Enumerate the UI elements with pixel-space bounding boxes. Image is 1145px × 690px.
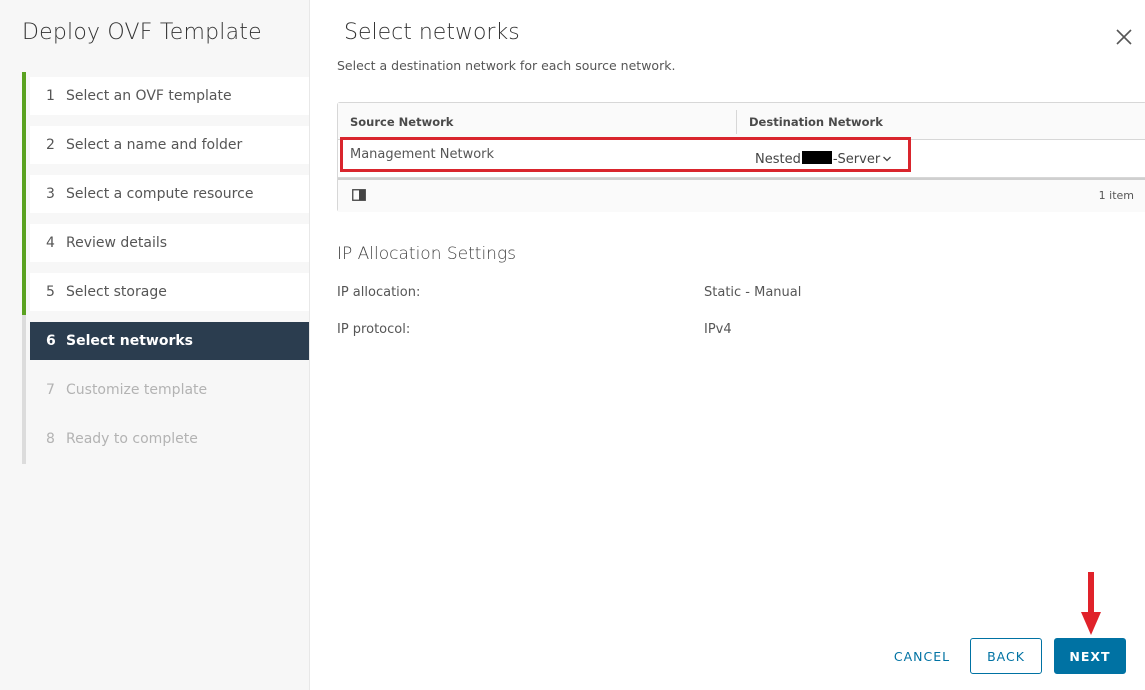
close-icon[interactable] — [1111, 24, 1137, 50]
step-label: Select an OVF template — [66, 88, 232, 104]
table-row: Management Network Nested -Server — [338, 140, 1145, 176]
step-label: Ready to complete — [66, 431, 198, 447]
page-subtitle: Select a destination network for each so… — [337, 58, 676, 73]
step-ready-to-complete: 8 Ready to complete — [30, 420, 309, 458]
column-resize-handle[interactable] — [736, 110, 737, 134]
wizard-sidebar: Deploy OVF Template 1 Select an OVF temp… — [0, 0, 310, 690]
ip-allocation-label: IP allocation: — [337, 285, 421, 300]
destination-suffix: -Server — [832, 152, 881, 167]
step-number: 7 — [46, 382, 55, 398]
step-select-compute-resource[interactable]: 3 Select a compute resource — [30, 175, 309, 213]
column-header-destination-network[interactable]: Destination Network — [749, 115, 883, 129]
chevron-down-icon — [883, 156, 891, 162]
step-number: 3 — [46, 186, 55, 202]
source-network-cell: Management Network — [350, 147, 495, 162]
destination-network-select[interactable]: Nested -Server — [749, 148, 899, 172]
wizard-title: Deploy OVF Template — [22, 20, 262, 45]
step-number: 8 — [46, 431, 55, 447]
destination-network-value: Nested -Server — [755, 151, 880, 167]
destination-prefix: Nested — [755, 152, 801, 167]
step-select-networks[interactable]: 6 Select networks — [30, 322, 309, 360]
ip-allocation-section-title: IP Allocation Settings — [337, 244, 517, 264]
step-select-ovf-template[interactable]: 1 Select an OVF template — [30, 77, 309, 115]
ip-protocol-value: IPv4 — [704, 322, 732, 337]
redaction-block — [801, 151, 832, 164]
annotation-arrow-icon — [1081, 572, 1101, 635]
item-count: 1 item — [1098, 189, 1134, 202]
grid-header: Source Network Destination Network — [338, 103, 1145, 140]
step-review-details[interactable]: 4 Review details — [30, 224, 309, 262]
column-header-source-network[interactable]: Source Network — [350, 115, 453, 129]
cancel-button[interactable]: CANCEL — [881, 638, 963, 674]
wizard-steps: 1 Select an OVF template 2 Select a name… — [22, 72, 310, 464]
step-label: Select networks — [66, 333, 193, 349]
step-rail-progress — [22, 72, 26, 315]
step-number: 6 — [46, 333, 56, 349]
main-panel: Select networks Select a destination net… — [311, 0, 1145, 690]
step-label: Select a name and folder — [66, 137, 243, 153]
ip-protocol-label: IP protocol: — [337, 322, 411, 337]
step-customize-template: 7 Customize template — [30, 371, 309, 409]
step-number: 4 — [46, 235, 55, 251]
step-select-storage[interactable]: 5 Select storage — [30, 273, 309, 311]
page-title: Select networks — [344, 20, 520, 45]
step-label: Select storage — [66, 284, 167, 300]
step-select-name-and-folder[interactable]: 2 Select a name and folder — [30, 126, 309, 164]
step-label: Customize template — [66, 382, 208, 398]
grid-footer: 1 item — [338, 177, 1145, 212]
next-button[interactable]: NEXT — [1054, 638, 1126, 674]
step-number: 5 — [46, 284, 55, 300]
ip-allocation-value: Static - Manual — [704, 285, 802, 300]
step-label: Select a compute resource — [66, 186, 254, 202]
column-toggle-icon[interactable] — [352, 189, 366, 201]
step-number: 1 — [46, 88, 55, 104]
back-button[interactable]: BACK — [970, 638, 1042, 674]
step-number: 2 — [46, 137, 55, 153]
network-mapping-grid: Source Network Destination Network Manag… — [337, 102, 1145, 212]
step-label: Review details — [66, 235, 168, 251]
